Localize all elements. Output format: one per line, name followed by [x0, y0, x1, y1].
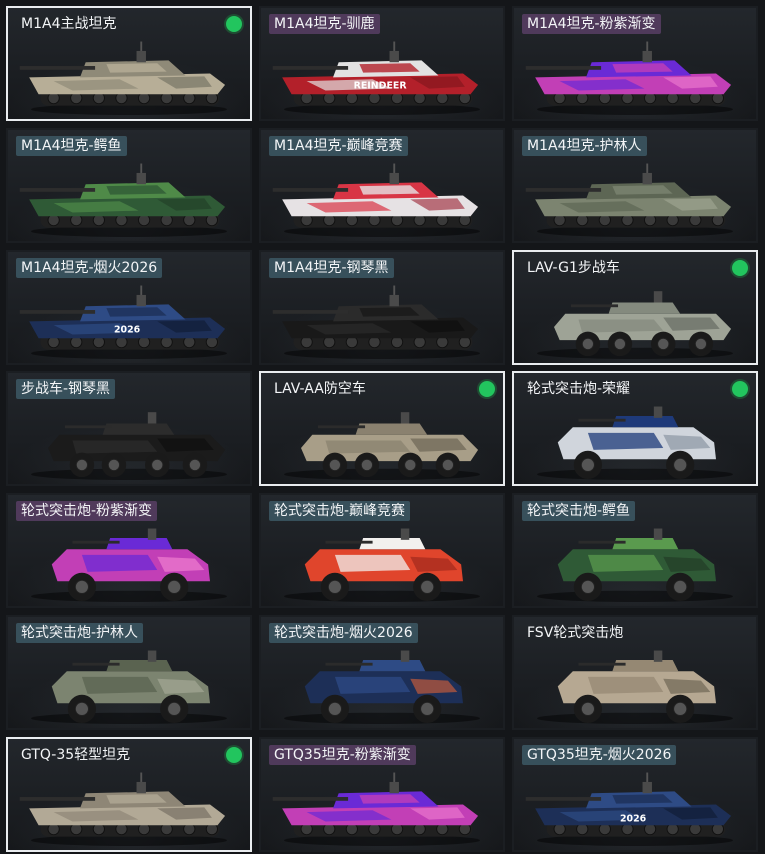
- vehicle-card[interactable]: 步战车-钢琴黑: [6, 371, 252, 486]
- vehicle-card[interactable]: 轮式突击炮-护林人: [6, 615, 252, 730]
- svg-text:REINDEER: REINDEER: [354, 81, 408, 92]
- vehicle-image: [19, 41, 227, 115]
- vehicle-card[interactable]: M1A4坦克-粉紫渐变: [512, 6, 758, 121]
- equipped-indicator-icon: [479, 381, 495, 397]
- vehicle-image: [31, 528, 227, 602]
- vehicle-skin-grid: M1A4主战坦克 REINDEER M1A4坦克-驯鹿 M1A4坦克-粉紫渐变 M1A4…: [0, 0, 765, 854]
- vehicle-name: 轮式突击炮-烟火2026: [269, 623, 418, 643]
- vehicle-name: LAV-AA防空车: [274, 381, 366, 397]
- vehicle-card[interactable]: REINDEER M1A4坦克-驯鹿: [259, 6, 505, 121]
- equipped-indicator-icon: [226, 16, 242, 32]
- vehicle-image: [19, 163, 227, 237]
- vehicle-image: [284, 528, 480, 602]
- vehicle-image: [537, 528, 733, 602]
- vehicle-name: GTQ35坦克-烟火2026: [522, 745, 677, 765]
- vehicle-card[interactable]: GTQ-35轻型坦克: [6, 737, 252, 852]
- vehicle-card[interactable]: LAV-AA防空车: [259, 371, 505, 486]
- vehicle-card[interactable]: 2026 GTQ35坦克-烟火2026: [512, 737, 758, 852]
- vehicle-image: [272, 163, 480, 237]
- vehicle-card[interactable]: LAV-G1步战车: [512, 250, 758, 365]
- vehicle-card[interactable]: 轮式突击炮-荣耀: [512, 371, 758, 486]
- svg-text:2026: 2026: [620, 814, 647, 825]
- vehicle-name: M1A4坦克-驯鹿: [269, 14, 380, 34]
- vehicle-image: [31, 650, 227, 724]
- equipped-indicator-icon: [732, 260, 748, 276]
- vehicle-name: 轮式突击炮-鳄鱼: [522, 501, 636, 521]
- vehicle-image: [272, 285, 480, 359]
- vehicle-card[interactable]: 轮式突击炮-鳄鱼: [512, 493, 758, 608]
- vehicle-name: 轮式突击炮-巅峰竞赛: [269, 501, 411, 521]
- vehicle-image: [284, 650, 480, 724]
- vehicle-card[interactable]: M1A4主战坦克: [6, 6, 252, 121]
- vehicle-name: 轮式突击炮-护林人: [16, 623, 144, 643]
- vehicle-card[interactable]: 轮式突击炮-粉紫渐变: [6, 493, 252, 608]
- equipped-indicator-icon: [732, 381, 748, 397]
- vehicle-card[interactable]: M1A4坦克-钢琴黑: [259, 250, 505, 365]
- vehicle-card[interactable]: GTQ35坦克-粉紫渐变: [259, 737, 505, 852]
- vehicle-image: [537, 406, 733, 480]
- vehicle-name: GTQ-35轻型坦克: [21, 747, 131, 763]
- vehicle-name: M1A4主战坦克: [21, 16, 117, 32]
- vehicle-name: M1A4坦克-鳄鱼: [16, 136, 127, 156]
- vehicle-name: 轮式突击炮-荣耀: [527, 381, 631, 397]
- vehicle-card[interactable]: FSV轮式突击炮: [512, 615, 758, 730]
- vehicle-name: 步战车-钢琴黑: [16, 379, 116, 399]
- vehicle-card[interactable]: 轮式突击炮-烟火2026: [259, 615, 505, 730]
- vehicle-name: M1A4坦克-巅峰竞赛: [269, 136, 408, 156]
- vehicle-name: M1A4坦克-钢琴黑: [269, 258, 394, 278]
- vehicle-image: [19, 772, 227, 846]
- vehicle-image: 2026: [525, 772, 733, 846]
- vehicle-name: 轮式突击炮-粉紫渐变: [16, 501, 158, 521]
- vehicle-image: REINDEER: [272, 41, 480, 115]
- vehicle-image: 2026: [19, 285, 227, 359]
- vehicle-image: [537, 650, 733, 724]
- vehicle-image: [525, 163, 733, 237]
- vehicle-card[interactable]: M1A4坦克-护林人: [512, 128, 758, 243]
- vehicle-image: [525, 41, 733, 115]
- vehicle-image: [272, 772, 480, 846]
- vehicle-image: [31, 412, 227, 480]
- vehicle-name: FSV轮式突击炮: [527, 625, 624, 641]
- svg-text:2026: 2026: [114, 325, 141, 336]
- vehicle-name: LAV-G1步战车: [527, 260, 620, 276]
- equipped-indicator-icon: [226, 747, 242, 763]
- vehicle-card[interactable]: 2026 M1A4坦克-烟火2026: [6, 250, 252, 365]
- vehicle-name: GTQ35坦克-粉紫渐变: [269, 745, 416, 765]
- vehicle-image: [284, 412, 480, 480]
- vehicle-card[interactable]: 轮式突击炮-巅峰竞赛: [259, 493, 505, 608]
- vehicle-name: M1A4坦克-护林人: [522, 136, 647, 156]
- vehicle-name: M1A4坦克-粉紫渐变: [522, 14, 661, 34]
- vehicle-card[interactable]: M1A4坦克-鳄鱼: [6, 128, 252, 243]
- vehicle-name: M1A4坦克-烟火2026: [16, 258, 163, 278]
- vehicle-card[interactable]: M1A4坦克-巅峰竞赛: [259, 128, 505, 243]
- vehicle-image: [537, 291, 733, 359]
